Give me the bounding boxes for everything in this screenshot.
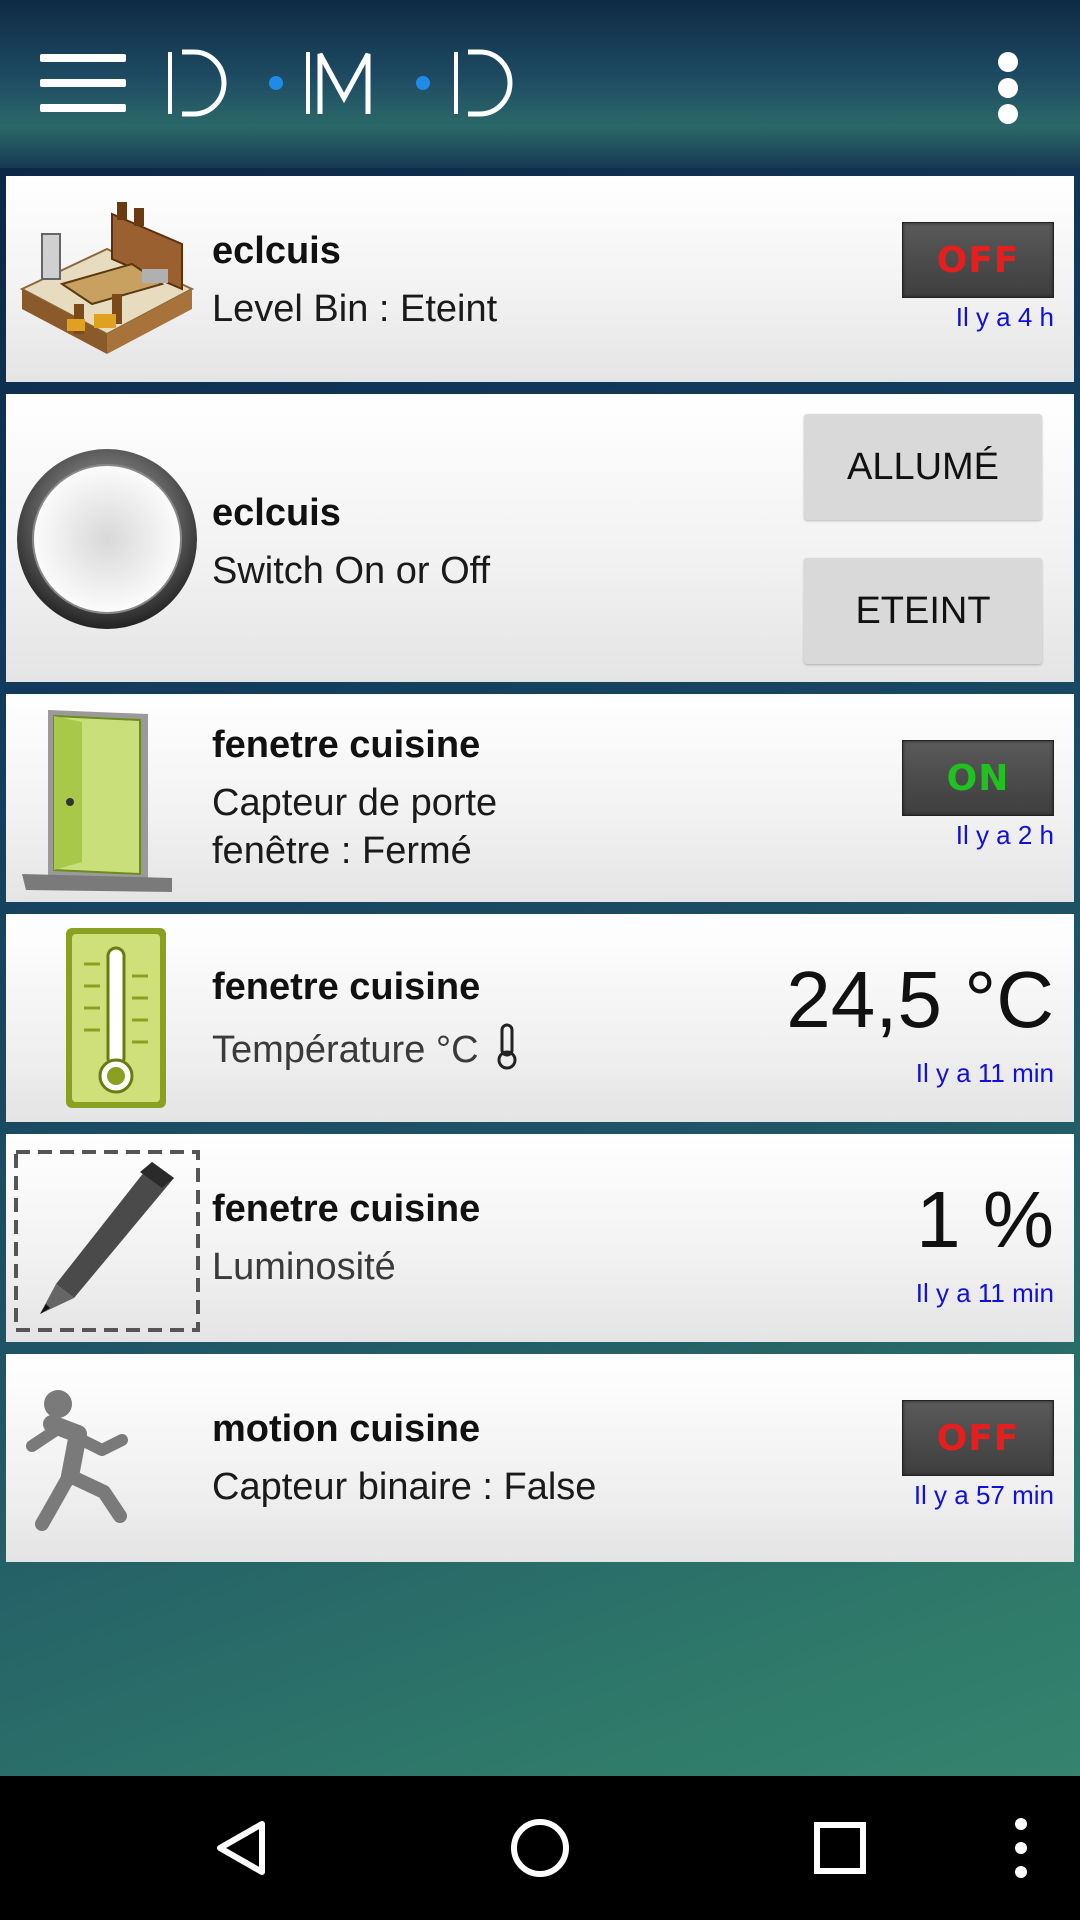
device-description: Level Bin : Eteint bbox=[212, 288, 498, 330]
temperature-value: 24,5 °C bbox=[786, 955, 1054, 1044]
device-name: eclcuis bbox=[212, 230, 341, 272]
app-bar bbox=[0, 0, 1080, 168]
device-description: Switch On or Off bbox=[212, 550, 491, 592]
light-switch-image bbox=[17, 449, 197, 629]
device-description: Luminosité bbox=[212, 1246, 396, 1288]
last-update: Il y a 11 min bbox=[915, 1058, 1054, 1088]
device-card-motion-cuisine[interactable]: motion cuisine Capteur binaire : False O… bbox=[6, 1354, 1074, 1562]
device-name: fenetre cuisine bbox=[212, 966, 481, 1008]
hamburger-icon[interactable] bbox=[40, 50, 126, 116]
device-card-eclcuis-switch: eclcuis Switch On or Off ALLUMÉ ETEINT bbox=[6, 394, 1074, 682]
more-vert-icon[interactable] bbox=[996, 1776, 1046, 1920]
switch-off-button[interactable]: ETEINT bbox=[804, 558, 1042, 664]
state-off-indicator[interactable]: OFF bbox=[902, 222, 1054, 298]
device-card-fenetre-temperature[interactable]: fenetre cuisine Température °C 24,5 °C I… bbox=[6, 914, 1074, 1122]
device-name: motion cuisine bbox=[212, 1408, 481, 1450]
thermometer-image bbox=[66, 928, 166, 1108]
device-card-eclcuis-level[interactable]: eclcuis Level Bin : Eteint OFF Il y a 4 … bbox=[6, 176, 1074, 382]
last-update: Il y a 57 min bbox=[913, 1480, 1054, 1510]
device-description: Température °C bbox=[212, 1022, 521, 1075]
system-navigation-bar bbox=[0, 1776, 1080, 1920]
last-update: Il y a 2 h bbox=[955, 820, 1054, 850]
switch-on-button[interactable]: ALLUMÉ bbox=[804, 414, 1042, 520]
device-name: eclcuis bbox=[212, 492, 341, 534]
more-vert-icon[interactable] bbox=[990, 48, 1026, 124]
device-card-fenetre-door[interactable]: fenetre cuisine Capteur de porte fenêtre… bbox=[6, 694, 1074, 902]
pen-image bbox=[14, 1150, 200, 1332]
device-description-line-1: Capteur de porte bbox=[212, 782, 498, 824]
thermometer-icon bbox=[497, 1023, 517, 1070]
device-description-text: Température °C bbox=[212, 1029, 479, 1071]
back-triangle-icon[interactable] bbox=[190, 1776, 290, 1920]
device-name: fenetre cuisine bbox=[212, 1188, 481, 1230]
kitchen-image bbox=[19, 202, 195, 354]
device-card-fenetre-luminosity[interactable]: fenetre cuisine Luminosité 1 % Il y a 11… bbox=[6, 1134, 1074, 1342]
device-description: Capteur binaire : False bbox=[212, 1466, 597, 1508]
last-update: Il y a 4 h bbox=[955, 302, 1054, 332]
door-image bbox=[22, 710, 172, 892]
home-circle-icon[interactable] bbox=[490, 1776, 590, 1920]
last-update: Il y a 11 min bbox=[915, 1278, 1054, 1308]
device-name: fenetre cuisine bbox=[212, 724, 481, 766]
device-description-line-2: fenêtre : Fermé bbox=[212, 830, 472, 872]
dmd-logo bbox=[168, 49, 513, 117]
state-on-indicator[interactable]: ON bbox=[902, 740, 1054, 816]
state-off-indicator[interactable]: OFF bbox=[902, 1400, 1054, 1476]
luminosity-value: 1 % bbox=[916, 1175, 1054, 1264]
recents-square-icon[interactable] bbox=[790, 1776, 890, 1920]
running-man-image bbox=[26, 1390, 128, 1531]
